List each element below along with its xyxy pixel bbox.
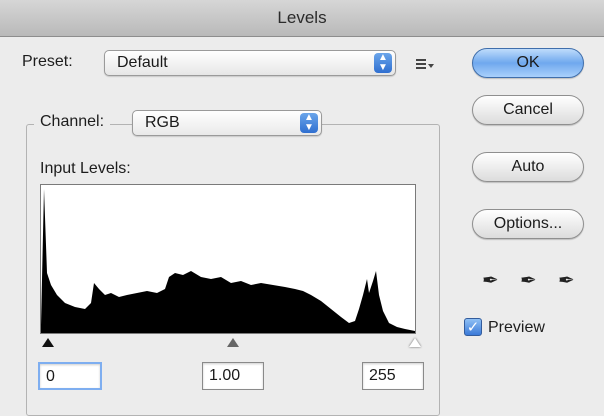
cancel-button[interactable]: Cancel	[472, 95, 584, 125]
preset-dropdown[interactable]: Default ▲ ▼	[104, 50, 396, 76]
gamma-input-field[interactable]: 1.00	[202, 362, 264, 390]
black-eyedropper-icon[interactable]: ✒	[482, 268, 499, 293]
midtone-slider[interactable]	[227, 338, 239, 347]
preset-value: Default	[117, 54, 168, 71]
white-eyedropper-icon[interactable]: ✒	[558, 268, 575, 293]
dropdown-arrows-icon: ▲ ▼	[300, 113, 318, 133]
dropdown-arrows-icon: ▲ ▼	[374, 53, 392, 73]
ok-button[interactable]: OK	[472, 48, 584, 78]
window-titlebar: Levels	[0, 0, 604, 37]
input-levels-label: Input Levels:	[40, 160, 131, 177]
channel-dropdown[interactable]: RGB ▲ ▼	[132, 110, 322, 136]
channel-value: RGB	[145, 114, 180, 131]
options-button[interactable]: Options...	[472, 209, 584, 239]
preview-label: Preview	[488, 319, 545, 336]
white-input-field[interactable]: 255	[362, 362, 424, 390]
preview-checkbox[interactable]: ✓	[464, 318, 482, 336]
white-point-slider[interactable]	[409, 338, 421, 347]
gray-eyedropper-icon[interactable]: ✒	[520, 268, 537, 293]
black-input-field[interactable]: 0	[38, 362, 102, 390]
window-title: Levels	[277, 8, 327, 27]
auto-button[interactable]: Auto	[472, 152, 584, 182]
histogram-graph	[41, 189, 415, 333]
histogram	[40, 184, 416, 334]
preset-label: Preset:	[22, 53, 73, 70]
channel-label: Channel:	[34, 113, 111, 131]
black-point-slider[interactable]	[42, 338, 54, 347]
list-menu-icon[interactable]	[416, 58, 434, 70]
